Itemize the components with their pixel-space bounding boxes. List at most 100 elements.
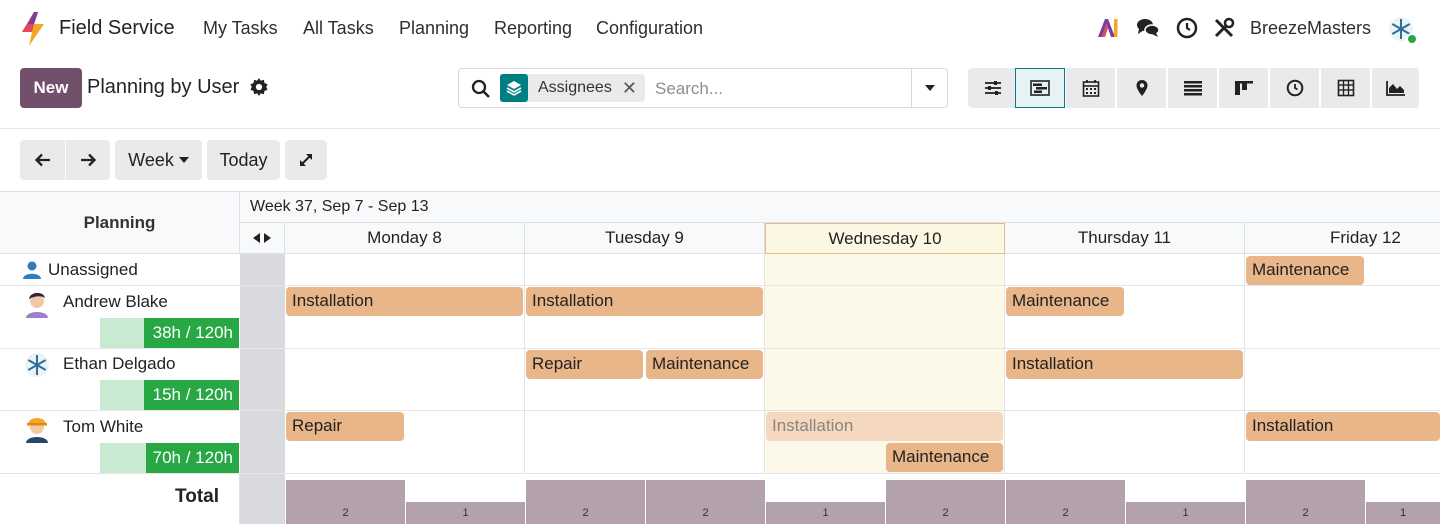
app-name[interactable]: Field Service xyxy=(59,17,175,40)
day-header: Thursday 11 xyxy=(1005,223,1245,254)
total-label: Total xyxy=(0,474,240,524)
task-pill[interactable]: Installation xyxy=(286,287,523,316)
search-icon[interactable] xyxy=(471,79,491,99)
task-pill[interactable]: Installation xyxy=(1246,412,1440,441)
top-navbar: Field Service My Tasks All Tasks Plannin… xyxy=(0,0,1440,57)
row-tom-white[interactable]: Tom White xyxy=(63,411,143,442)
calendar-view-button[interactable] xyxy=(1066,68,1116,108)
next-button[interactable] xyxy=(66,140,110,180)
row-divider xyxy=(0,285,1440,286)
task-pill[interactable]: Maintenance xyxy=(886,443,1003,472)
expand-icon xyxy=(300,154,312,166)
filter-settings-button[interactable] xyxy=(968,68,1018,108)
task-pill[interactable]: Repair xyxy=(526,350,643,379)
workload-progress: 70h / 120h xyxy=(100,443,239,473)
menu-my-tasks[interactable]: My Tasks xyxy=(203,18,278,39)
gantt-collapsed-column xyxy=(240,254,285,524)
scale-dropdown[interactable]: Week xyxy=(115,140,202,180)
caret-down-icon xyxy=(178,157,189,163)
clock-icon[interactable] xyxy=(1175,16,1199,40)
user-avatar[interactable] xyxy=(1388,16,1418,45)
facet-label: Assignees xyxy=(538,79,612,96)
row-andrew-blake[interactable]: Andrew Blake xyxy=(63,286,168,317)
pivot-view-button[interactable] xyxy=(1321,68,1371,108)
row-unassigned[interactable]: Unassigned xyxy=(22,254,138,285)
expand-horizontal-icon xyxy=(253,233,271,243)
divider xyxy=(0,128,1440,129)
task-pill[interactable]: Installation xyxy=(526,287,763,316)
task-pill[interactable]: Maintenance xyxy=(1246,256,1364,285)
row-name: Unassigned xyxy=(48,259,138,279)
search-facet: Assignees ✕ xyxy=(500,74,645,102)
user-icon xyxy=(23,261,41,279)
list-view-button[interactable] xyxy=(1168,68,1218,108)
task-pill[interactable]: Installation xyxy=(1006,350,1243,379)
kanban-view-button[interactable] xyxy=(1219,68,1269,108)
online-status-dot xyxy=(1406,33,1418,45)
workload-label: 70h / 120h xyxy=(152,448,233,467)
layers-icon xyxy=(500,74,528,102)
row-name: Andrew Blake xyxy=(63,291,168,311)
grid-line xyxy=(1004,254,1005,474)
row-name: Ethan Delgado xyxy=(63,353,176,373)
scale-label: Week xyxy=(128,149,174,170)
row-ethan-delgado[interactable]: Ethan Delgado xyxy=(63,348,175,379)
collapse-toggle[interactable] xyxy=(240,223,285,254)
total-bar: 1 xyxy=(1366,502,1440,524)
gantt-chart: Planning Week 37, Sep 7 - Sep 13 Monday … xyxy=(0,191,1440,524)
caret-down-icon xyxy=(924,85,935,91)
gear-icon[interactable] xyxy=(250,78,268,96)
company-switcher[interactable]: BreezeMasters xyxy=(1250,18,1371,39)
workload-label: 38h / 120h xyxy=(152,323,233,342)
search-options-toggle[interactable] xyxy=(911,69,947,107)
list-icon xyxy=(1183,81,1202,96)
area-chart-icon xyxy=(1385,81,1405,96)
total-bar: 2 xyxy=(886,480,1005,524)
total-bar: 1 xyxy=(406,502,525,524)
grid-line xyxy=(1244,254,1245,474)
gantt-view-button[interactable] xyxy=(1015,68,1065,108)
search-input[interactable] xyxy=(655,75,905,103)
map-view-button[interactable] xyxy=(1117,68,1167,108)
kanban-icon xyxy=(1234,81,1253,95)
avatar-tom-white-icon xyxy=(22,413,52,443)
sliders-icon xyxy=(984,81,1001,95)
workload-label: 15h / 120h xyxy=(152,385,233,404)
today-button[interactable]: Today xyxy=(207,140,280,180)
previous-button[interactable] xyxy=(20,140,65,180)
new-button[interactable]: New xyxy=(20,68,82,108)
row-divider xyxy=(0,348,1440,349)
remove-facet-icon[interactable]: ✕ xyxy=(622,78,645,99)
avatar-andrew-blake-icon xyxy=(22,288,52,318)
tools-icon[interactable] xyxy=(1212,16,1236,40)
grid-line xyxy=(764,254,765,474)
total-bar: 2 xyxy=(1006,480,1125,524)
arrow-right-icon xyxy=(81,153,96,167)
page-title: Planning by User xyxy=(87,76,240,98)
menu-planning[interactable]: Planning xyxy=(399,18,469,39)
task-pill-faded[interactable]: Installation xyxy=(766,412,1003,441)
clock-icon xyxy=(1286,79,1303,97)
activity-view-button[interactable] xyxy=(1270,68,1320,108)
ai-icon[interactable] xyxy=(1096,16,1120,40)
gantt-left-header: Planning xyxy=(0,192,240,254)
total-bar: 2 xyxy=(526,480,645,524)
menu-configuration[interactable]: Configuration xyxy=(596,18,703,39)
day-header: Friday 12 xyxy=(1245,223,1440,254)
total-bar: 1 xyxy=(766,502,885,524)
gantt-date-range: Week 37, Sep 7 - Sep 13 xyxy=(240,192,1440,223)
field-service-logo-icon[interactable] xyxy=(20,12,46,46)
workload-progress: 38h / 120h xyxy=(100,318,239,348)
menu-all-tasks[interactable]: All Tasks xyxy=(303,18,374,39)
task-pill[interactable]: Maintenance xyxy=(1006,287,1124,316)
chat-icon[interactable] xyxy=(1136,16,1160,40)
total-bar: 2 xyxy=(1246,480,1365,524)
grid-line xyxy=(524,254,525,474)
task-pill[interactable]: Maintenance xyxy=(646,350,763,379)
menu-reporting[interactable]: Reporting xyxy=(494,18,572,39)
expand-button[interactable] xyxy=(285,140,327,180)
task-pill[interactable]: Repair xyxy=(286,412,404,441)
avatar-ethan-delgado-icon xyxy=(25,353,49,377)
graph-view-button[interactable] xyxy=(1372,68,1420,108)
today-column xyxy=(765,254,1005,474)
